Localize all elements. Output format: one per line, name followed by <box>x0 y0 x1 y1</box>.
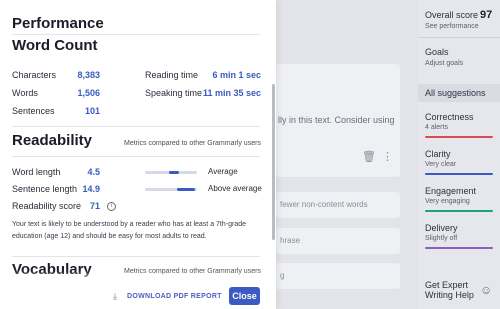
info-icon[interactable]: i <box>107 202 116 211</box>
word-length-meter-fill <box>168 171 179 174</box>
sentence-length-rating: Above average <box>208 184 262 193</box>
goals-label[interactable]: Goals <box>425 47 449 57</box>
overall-score-label[interactable]: Overall score <box>425 10 478 20</box>
divider <box>12 126 260 127</box>
sentence-length-value: 14.9 <box>82 184 100 194</box>
words-label: Words <box>12 88 38 98</box>
delivery-bar <box>425 247 493 249</box>
divider <box>12 34 260 35</box>
engagement-sub: Very engaging <box>425 198 470 205</box>
suggestion-row[interactable]: g <box>276 263 400 289</box>
speaking-time-value: 11 min 35 sec <box>202 88 261 98</box>
clarity-sub: Very clear <box>425 161 457 168</box>
trash-icon[interactable]: 🗑 <box>362 150 376 163</box>
panel-title: Performance <box>12 15 104 32</box>
download-pdf-report-button[interactable]: DOWNLOAD PDF REPORT <box>127 293 222 300</box>
speaking-time-label: Speaking time <box>145 88 203 98</box>
delivery-label[interactable]: Delivery <box>425 223 458 233</box>
sentence-length-meter-fill <box>177 188 196 191</box>
see-performance-link[interactable]: See performance <box>425 23 479 30</box>
reading-time-label: Reading time <box>145 70 199 80</box>
adjust-goals-link[interactable]: Adjust goals <box>425 60 463 67</box>
word-length-meter <box>145 171 197 174</box>
download-icon[interactable]: ⤓ <box>113 291 117 302</box>
vocabulary-heading: Vocabulary <box>12 261 92 278</box>
expert-help-link[interactable]: Get Expert Writing Help <box>425 280 481 300</box>
readability-heading: Readability <box>12 132 93 149</box>
suggestion-card-text: lly in this text. Consider using <box>278 115 395 125</box>
readability-score-value: 71 <box>89 201 100 211</box>
clarity-label[interactable]: Clarity <box>425 149 451 159</box>
panel-scrollbar[interactable] <box>272 84 275 240</box>
divider <box>12 156 260 157</box>
expert-user-icon[interactable]: ☺ <box>480 283 492 297</box>
overall-score-value: 97 <box>480 9 493 21</box>
performance-panel: Performance Word Count Characters 8,383 … <box>0 0 276 309</box>
delivery-sub: Slightly off <box>425 235 458 242</box>
more-options-icon[interactable]: ⋮ <box>382 150 393 163</box>
sentences-label: Sentences <box>12 106 55 116</box>
characters-label: Characters <box>12 70 57 80</box>
words-value: 1,506 <box>77 88 100 98</box>
word-length-value: 4.5 <box>87 167 100 177</box>
correctness-sub: 4 alerts <box>425 124 448 131</box>
engagement-bar <box>425 210 493 212</box>
readability-note: Metrics compared to other Grammarly user… <box>124 140 261 147</box>
suggestion-row[interactable]: hrase <box>276 228 400 254</box>
close-button[interactable]: Close <box>229 287 260 305</box>
divider <box>12 256 260 257</box>
all-suggestions-label: All suggestions <box>425 88 486 98</box>
sentences-value: 101 <box>84 106 100 116</box>
sentence-length-label: Sentence length <box>12 184 78 194</box>
correctness-label[interactable]: Correctness <box>425 112 474 122</box>
sentence-length-meter <box>145 188 197 191</box>
divider <box>418 37 500 38</box>
word-length-label: Word length <box>12 167 61 177</box>
vocabulary-note: Metrics compared to other Grammarly user… <box>124 268 261 275</box>
word-count-heading: Word Count <box>12 37 98 54</box>
engagement-label[interactable]: Engagement <box>425 186 476 196</box>
readability-explanation: Your text is likely to be understood by … <box>12 221 246 240</box>
characters-value: 8,383 <box>77 70 100 80</box>
reading-time-value: 6 min 1 sec <box>212 70 261 80</box>
clarity-bar <box>425 173 493 175</box>
correctness-bar <box>425 136 493 138</box>
suggestion-row[interactable]: fewer non-content words <box>276 192 400 218</box>
word-length-rating: Average <box>208 167 238 176</box>
